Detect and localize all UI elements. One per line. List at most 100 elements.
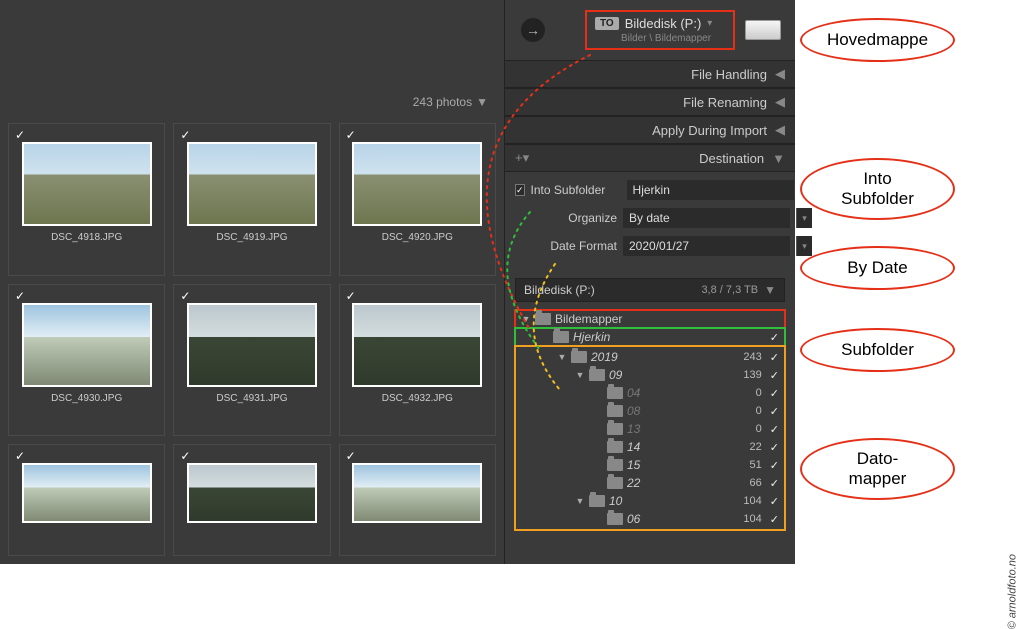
thumbnail-cell[interactable]: ✓DSC_4918.JPG <box>8 123 165 276</box>
tree-node-label: 14 <box>627 440 640 454</box>
checkmark-icon[interactable]: ✓ <box>770 423 779 436</box>
chevron-down-icon: ▼ <box>764 283 776 297</box>
thumbnail-image[interactable] <box>352 463 482 523</box>
tree-node-label: Bildemapper <box>555 312 622 326</box>
callout-into-subfolder: Into Subfolder <box>800 158 955 220</box>
date-format-label: Date Format <box>515 239 617 253</box>
disclosure-triangle-icon[interactable]: ▼ <box>575 496 585 506</box>
destination-drive-box[interactable]: TO Bildedisk (P:) ▾ Bilder \ Bildemapper <box>585 10 735 50</box>
callout-subfolder: Subfolder <box>800 328 955 372</box>
arrow-right-icon[interactable]: → <box>521 18 545 42</box>
section-file-handling[interactable]: File Handling◀ <box>505 60 795 88</box>
tree-node-label: 13 <box>627 422 640 436</box>
chevron-left-icon: ◀ <box>775 94 785 110</box>
checkmark-icon[interactable]: ✓ <box>346 449 356 463</box>
checkmark-icon[interactable]: ✓ <box>770 351 779 364</box>
folder-icon <box>607 513 623 525</box>
tree-node-count: 0 <box>756 423 766 435</box>
tree-node-label: 08 <box>627 404 640 418</box>
checkmark-icon[interactable]: ✓ <box>770 477 779 490</box>
drive-row[interactable]: Bildedisk (P:) 3,8 / 7,3 TB ▼ <box>515 278 785 302</box>
thumbnail-image[interactable] <box>187 463 317 523</box>
thumbnail-cell[interactable]: ✓ <box>8 444 165 556</box>
filename: DSC_4931.JPG <box>216 393 287 404</box>
folder-icon <box>607 387 623 399</box>
destination-bar: → TO Bildedisk (P:) ▾ Bilder \ Bildemapp… <box>505 0 795 60</box>
checkmark-icon[interactable]: ✓ <box>770 405 779 418</box>
tree-node[interactable]: 1551✓ <box>515 456 785 474</box>
thumbnail-cell[interactable]: ✓ DSC_4931.JPG <box>173 284 330 437</box>
tree-node-label: 06 <box>627 512 640 526</box>
chevron-down-icon[interactable]: ▼ <box>476 95 488 109</box>
thumbnail-cell[interactable]: ✓DSC_4930.JPG <box>8 284 165 437</box>
disclosure-triangle-icon[interactable]: ▼ <box>557 352 567 362</box>
destination-body: ✓ Into Subfolder Organize ▾ Date Format … <box>505 172 795 538</box>
tree-node-count: 243 <box>743 351 765 363</box>
filename: DSC_4932.JPG <box>382 393 453 404</box>
section-destination[interactable]: +▾ Destination▼ <box>505 144 795 172</box>
tree-node[interactable]: ▼ Bildemapper <box>515 310 785 328</box>
checkmark-icon[interactable]: ✓ <box>180 128 190 142</box>
tree-node[interactable]: 13 0 ✓ <box>515 420 785 438</box>
folder-icon <box>589 369 605 381</box>
thumbnail-cell[interactable]: ✓DSC_4920.JPG <box>339 123 496 276</box>
folder-icon <box>535 313 551 325</box>
checkmark-icon[interactable]: ✓ <box>770 331 779 344</box>
checkmark-icon[interactable]: ✓ <box>346 289 356 303</box>
tree-node[interactable]: ▼10104✓ <box>515 492 785 510</box>
checkmark-icon[interactable]: ✓ <box>15 128 25 142</box>
chevron-down-icon: ▼ <box>772 151 785 166</box>
thumbnail-image[interactable] <box>22 303 152 387</box>
callout-by-date: By Date <box>800 246 955 290</box>
into-subfolder-checkbox[interactable]: ✓ <box>515 184 525 196</box>
disclosure-triangle-icon[interactable]: ▼ <box>575 370 585 380</box>
tree-node[interactable]: 04 0 ✓ <box>515 384 785 402</box>
subfolder-input[interactable] <box>627 180 794 200</box>
drive-usage: 3,8 / 7,3 TB <box>701 284 758 296</box>
grid-header: 243 photos ▼ <box>0 0 504 115</box>
tree-node[interactable]: 080✓ <box>515 402 785 420</box>
tree-node-label: 2019 <box>591 350 618 364</box>
disclosure-triangle-icon[interactable]: ▼ <box>521 314 531 324</box>
checkmark-icon[interactable]: ✓ <box>770 513 779 526</box>
thumbnail-image[interactable] <box>187 142 317 226</box>
date-format-select[interactable] <box>623 236 790 256</box>
checkmark-icon[interactable]: ✓ <box>770 369 779 382</box>
section-apply-during-import[interactable]: Apply During Import◀ <box>505 116 795 144</box>
thumbnail-image[interactable] <box>352 142 482 226</box>
tree-node[interactable]: 06104✓ <box>515 510 785 528</box>
checkmark-icon[interactable]: ✓ <box>770 441 779 454</box>
checkmark-icon[interactable]: ✓ <box>15 449 25 463</box>
destination-drive-title: Bildedisk (P:) <box>625 16 702 31</box>
tree-node-label: 04 <box>627 386 640 400</box>
tree-node[interactable]: ▼09139✓ <box>515 366 785 384</box>
annotations: Hovedmappe Into Subfolder By Date Subfol… <box>800 0 1020 564</box>
tree-node[interactable]: Hjerkin ✓ <box>515 328 785 346</box>
checkmark-icon[interactable]: ✓ <box>15 289 25 303</box>
thumbnail-cell[interactable]: ✓ <box>173 444 330 556</box>
thumbnail-image[interactable] <box>352 303 482 387</box>
thumbnail-image[interactable] <box>22 142 152 226</box>
checkmark-icon[interactable]: ✓ <box>770 459 779 472</box>
tree-node[interactable]: 2266✓ <box>515 474 785 492</box>
checkmark-icon[interactable]: ✓ <box>180 449 190 463</box>
thumbnail-cell[interactable]: ✓ DSC_4932.JPG <box>339 284 496 437</box>
tree-node-count: 0 <box>756 387 766 399</box>
folder-icon <box>607 441 623 453</box>
folder-icon <box>571 351 587 363</box>
tree-node[interactable]: ▼ 2019 243 ✓ <box>515 348 785 366</box>
organize-select[interactable] <box>623 208 790 228</box>
checkmark-icon[interactable]: ✓ <box>346 128 356 142</box>
thumbnail-image[interactable] <box>22 463 152 523</box>
thumbnail-image[interactable] <box>187 303 317 387</box>
section-file-renaming[interactable]: File Renaming◀ <box>505 88 795 116</box>
tree-node[interactable]: 1422✓ <box>515 438 785 456</box>
tree-node-count: 66 <box>750 477 766 489</box>
plus-icon[interactable]: +▾ <box>515 150 529 166</box>
checkmark-icon[interactable]: ✓ <box>180 289 190 303</box>
checkmark-icon[interactable]: ✓ <box>770 495 779 508</box>
thumbnail-cell[interactable]: ✓ <box>339 444 496 556</box>
thumbnail-cell[interactable]: ✓DSC_4919.JPG <box>173 123 330 276</box>
checkmark-icon[interactable]: ✓ <box>770 387 779 400</box>
tree-node-label: Hjerkin <box>573 330 610 344</box>
